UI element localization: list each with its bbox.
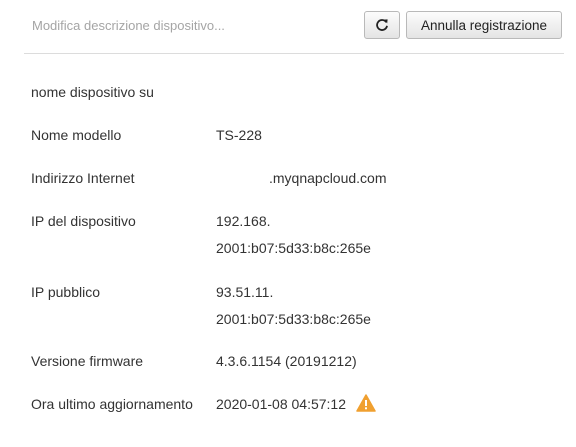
device-header-bar: Annulla registrazione (24, 0, 564, 54)
model-name-value: TS-228 (216, 127, 262, 143)
internet-address-value: .myqnapcloud.com (269, 170, 387, 186)
device-ipv6-value: 2001:b07:5d33:b8c:265e (216, 240, 371, 256)
device-name-label: nome dispositivo su (31, 84, 154, 100)
warning-icon[interactable] (356, 394, 376, 412)
last-update-label: Ora ultimo aggiornamento (31, 396, 193, 412)
refresh-icon (375, 18, 389, 32)
internet-address-label: Indirizzo Internet (31, 170, 135, 186)
refresh-button[interactable] (364, 11, 400, 39)
device-description-input[interactable] (24, 11, 362, 39)
public-ipv4-value: 93.51.11. (216, 284, 274, 300)
device-ipv4-value: 192.168. (216, 213, 271, 229)
firmware-version-value: 4.3.6.1154 (20191212) (216, 353, 357, 369)
unregister-button[interactable]: Annulla registrazione (406, 11, 562, 39)
device-ip-label: IP del dispositivo (31, 213, 136, 229)
public-ipv6-value: 2001:b07:5d33:b8c:265e (216, 311, 371, 327)
public-ip-label: IP pubblico (31, 284, 101, 300)
model-name-label: Nome modello (31, 127, 122, 143)
firmware-version-label: Versione firmware (31, 353, 144, 369)
last-update-value: 2020-01-08 04:57:12 (216, 396, 346, 412)
